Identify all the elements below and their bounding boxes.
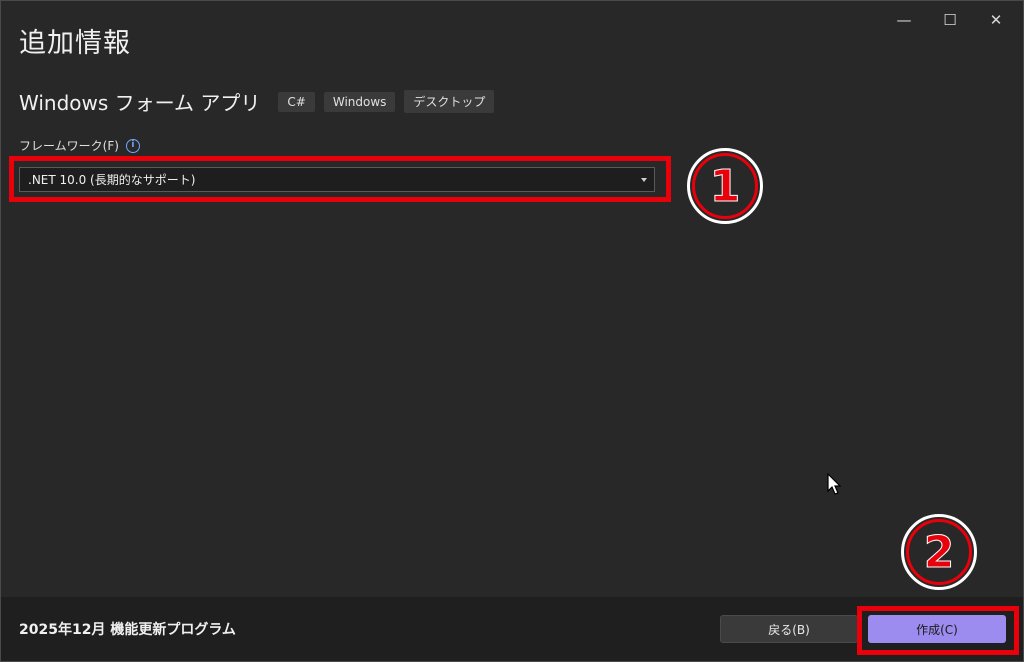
annotation-step-1: 1 xyxy=(687,148,763,224)
template-row: Windows フォーム アプリ C# Windows デスクトップ xyxy=(19,87,503,116)
window-controls: — ☐ ✕ xyxy=(881,7,1019,33)
maximize-icon: ☐ xyxy=(943,11,957,29)
close-button[interactable]: ✕ xyxy=(973,7,1019,33)
framework-label: フレームワーク(F) xyxy=(19,139,119,153)
annotation-step-2: 2 xyxy=(901,514,977,590)
mouse-cursor-icon xyxy=(827,473,842,495)
info-icon[interactable]: i xyxy=(125,138,140,153)
tag-platform: Windows xyxy=(323,91,396,112)
dialog-footer: 2025年12月 機能更新プログラム 戻る(B) 作成(C) xyxy=(1,597,1023,661)
annotation-highlight-framework xyxy=(9,156,671,202)
maximize-button[interactable]: ☐ xyxy=(927,7,973,33)
template-name: Windows フォーム アプリ xyxy=(19,91,261,115)
tag-language: C# xyxy=(278,91,315,112)
annotation-highlight-create xyxy=(857,606,1019,655)
back-button[interactable]: 戻る(B) xyxy=(720,615,858,643)
framework-label-row: フレームワーク(F) i xyxy=(19,137,140,154)
tag-project-type: デスクトップ xyxy=(404,90,495,113)
close-icon: ✕ xyxy=(989,11,1003,29)
minimize-icon: — xyxy=(896,11,912,29)
update-info-text: 2025年12月 機能更新プログラム xyxy=(19,622,236,638)
annotation-step-1-number: 1 xyxy=(692,153,758,219)
minimize-button[interactable]: — xyxy=(881,7,927,33)
page-title: 追加情報 xyxy=(19,28,131,59)
dialog-window: — ☐ ✕ 追加情報 Windows フォーム アプリ C# Windows デ… xyxy=(0,0,1024,662)
annotation-step-2-number: 2 xyxy=(906,519,972,585)
